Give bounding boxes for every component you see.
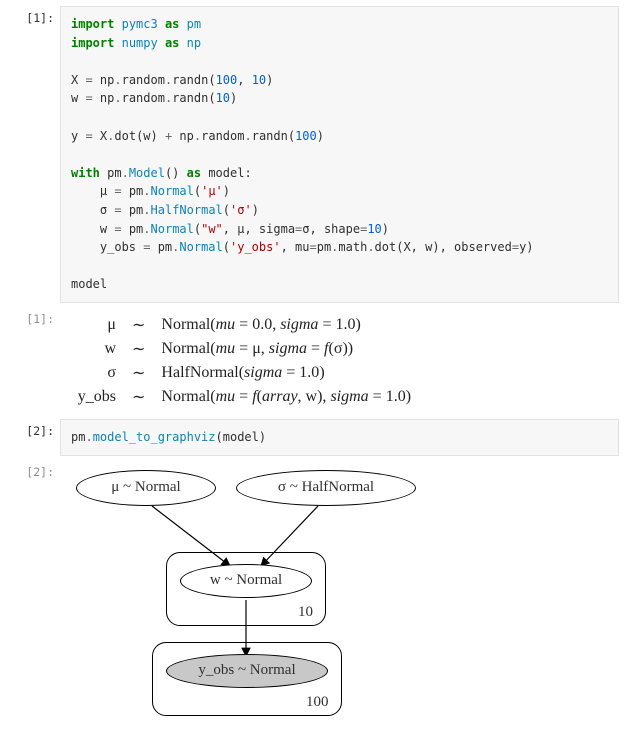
- node-mu: μ ~ Normal: [76, 470, 216, 506]
- in-prompt-2: [2]:: [6, 419, 60, 438]
- out-prompt-1: [1]:: [6, 307, 60, 326]
- graphviz-diagram: μ ~ Normal σ ~ HalfNormal w ~ Normal 10 …: [66, 466, 436, 718]
- code-block-1[interactable]: import pymc3 as pm import numpy as np X …: [60, 6, 619, 303]
- cell-1-output: [1]: μ∼Normal(mu = 0.0, sigma = 1.0)w∼No…: [6, 307, 619, 415]
- output-block-1: μ∼Normal(mu = 0.0, sigma = 1.0)w∼Normal(…: [60, 307, 619, 415]
- node-mu-label: μ ~ Normal: [111, 479, 180, 496]
- plate-100-label: 100: [306, 694, 329, 711]
- cell-2-output: [2]: μ ~ Normal σ ~ HalfNormal: [6, 460, 619, 724]
- output-block-2: μ ~ Normal σ ~ HalfNormal w ~ Normal 10 …: [60, 460, 619, 724]
- node-yobs-label: y_obs ~ Normal: [198, 662, 295, 679]
- node-sigma: σ ~ HalfNormal: [236, 470, 416, 506]
- model-math-table: μ∼Normal(mu = 0.0, sigma = 1.0)w∼Normal(…: [66, 313, 419, 409]
- cell-2-input: [2]: pm.model_to_graphviz(model): [6, 419, 619, 456]
- in-prompt-1: [1]:: [6, 6, 60, 25]
- node-yobs: y_obs ~ Normal: [166, 654, 328, 688]
- code-block-2[interactable]: pm.model_to_graphviz(model): [60, 419, 619, 456]
- node-w: w ~ Normal: [180, 564, 312, 598]
- out-prompt-2: [2]:: [6, 460, 60, 479]
- node-sigma-label: σ ~ HalfNormal: [278, 479, 374, 496]
- plate-10-label: 10: [298, 604, 313, 621]
- cell-1-input: [1]: import pymc3 as pm import numpy as …: [6, 6, 619, 303]
- node-w-label: w ~ Normal: [210, 572, 282, 589]
